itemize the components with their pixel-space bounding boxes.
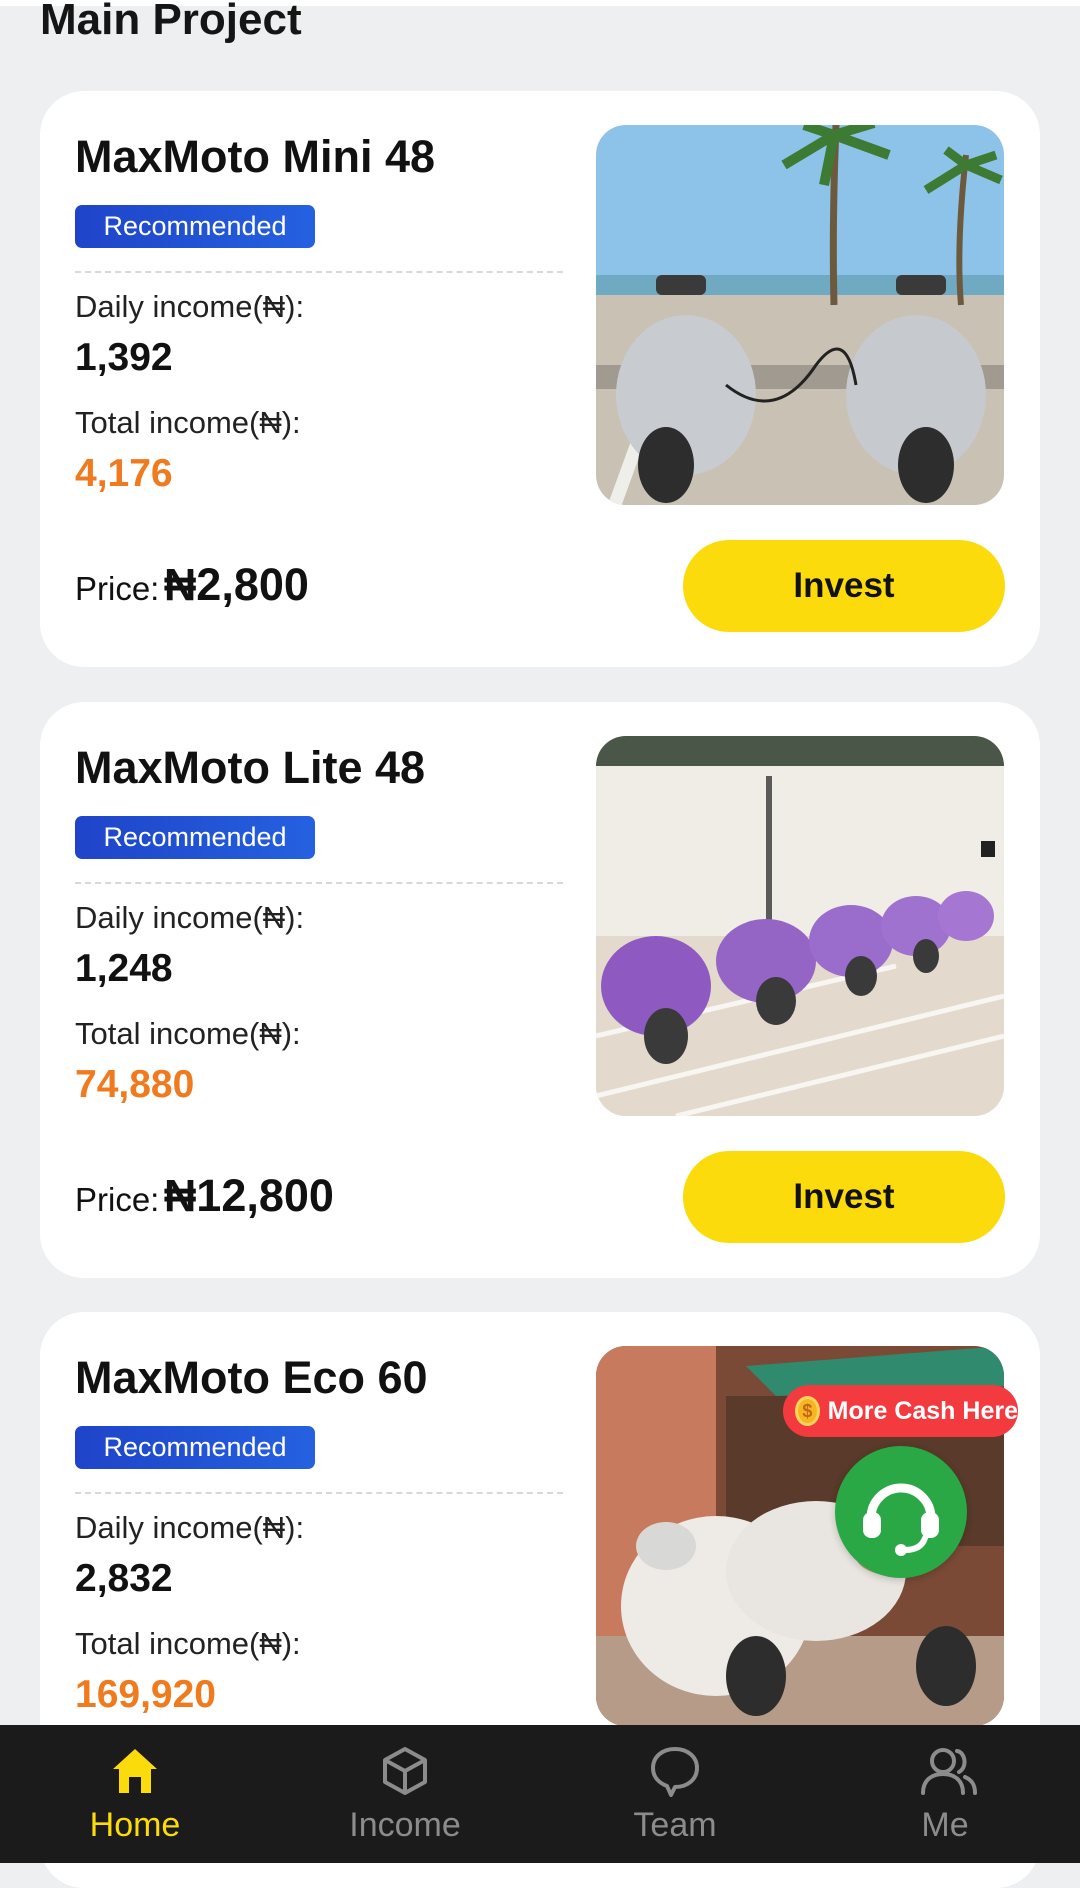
nav-me[interactable]: Me <box>810 1725 1080 1863</box>
daily-income-label: Daily income(₦): <box>75 900 305 935</box>
chat-bubble-icon <box>651 1747 699 1797</box>
price-label: Price: <box>75 570 160 607</box>
total-income-label: Total income(₦): <box>75 1016 301 1051</box>
total-income-value: 4,176 <box>75 452 173 495</box>
divider <box>75 1492 563 1494</box>
promo-label: More Cash Here <box>827 1396 1018 1425</box>
daily-income-label: Daily income(₦): <box>75 289 305 324</box>
nav-label: Income <box>349 1806 461 1844</box>
total-income-label: Total income(₦): <box>75 1626 301 1661</box>
product-name: MaxMoto Eco 60 <box>75 1352 428 1403</box>
price-row: Price: ₦12,800 <box>75 1170 334 1222</box>
nav-label: Team <box>633 1806 717 1844</box>
price-value: ₦12,800 <box>163 1170 334 1221</box>
daily-income-value: 1,392 <box>75 336 173 379</box>
product-name: MaxMoto Mini 48 <box>75 131 436 182</box>
more-cash-promo[interactable]: $ More Cash Here <box>783 1385 1018 1437</box>
invest-button[interactable]: Invest <box>683 1151 1005 1243</box>
daily-income-value: 2,832 <box>75 1557 173 1600</box>
product-image <box>596 125 1004 505</box>
total-income-value: 74,880 <box>75 1063 195 1106</box>
home-icon <box>113 1749 157 1793</box>
recommended-badge: Recommended <box>75 1426 315 1469</box>
recommended-badge: Recommended <box>75 205 315 248</box>
nav-label: Me <box>921 1806 969 1844</box>
customer-support-button[interactable] <box>835 1446 967 1578</box>
daily-income-value: 1,248 <box>75 947 173 990</box>
daily-income-label: Daily income(₦): <box>75 1510 305 1545</box>
total-income-value: 169,920 <box>75 1673 216 1716</box>
product-card: MaxMoto Lite 48 Recommended Daily income… <box>40 702 1040 1278</box>
headset-icon <box>863 1483 939 1556</box>
price-label: Price: <box>75 1181 160 1218</box>
nav-income[interactable]: Income <box>270 1725 540 1863</box>
product-card: MaxMoto Mini 48 Recommended Daily income… <box>40 91 1040 667</box>
cube-icon <box>383 1747 427 1795</box>
product-name: MaxMoto Lite 48 <box>75 742 426 793</box>
total-income-label: Total income(₦): <box>75 405 301 440</box>
price-value: ₦2,800 <box>163 559 309 610</box>
divider <box>75 271 563 273</box>
nav-team[interactable]: Team <box>540 1725 810 1863</box>
nav-home[interactable]: Home <box>0 1725 270 1863</box>
coin-icon: $ <box>795 1396 820 1426</box>
invest-button[interactable]: Invest <box>683 540 1005 632</box>
price-row: Price: ₦2,800 <box>75 559 309 611</box>
bottom-nav: Home Income Team Me <box>0 1725 1080 1863</box>
recommended-badge: Recommended <box>75 816 315 859</box>
section-title: Main Project <box>40 0 302 44</box>
users-icon <box>921 1748 977 1795</box>
divider <box>75 882 563 884</box>
product-image <box>596 736 1004 1116</box>
nav-label: Home <box>89 1806 181 1844</box>
